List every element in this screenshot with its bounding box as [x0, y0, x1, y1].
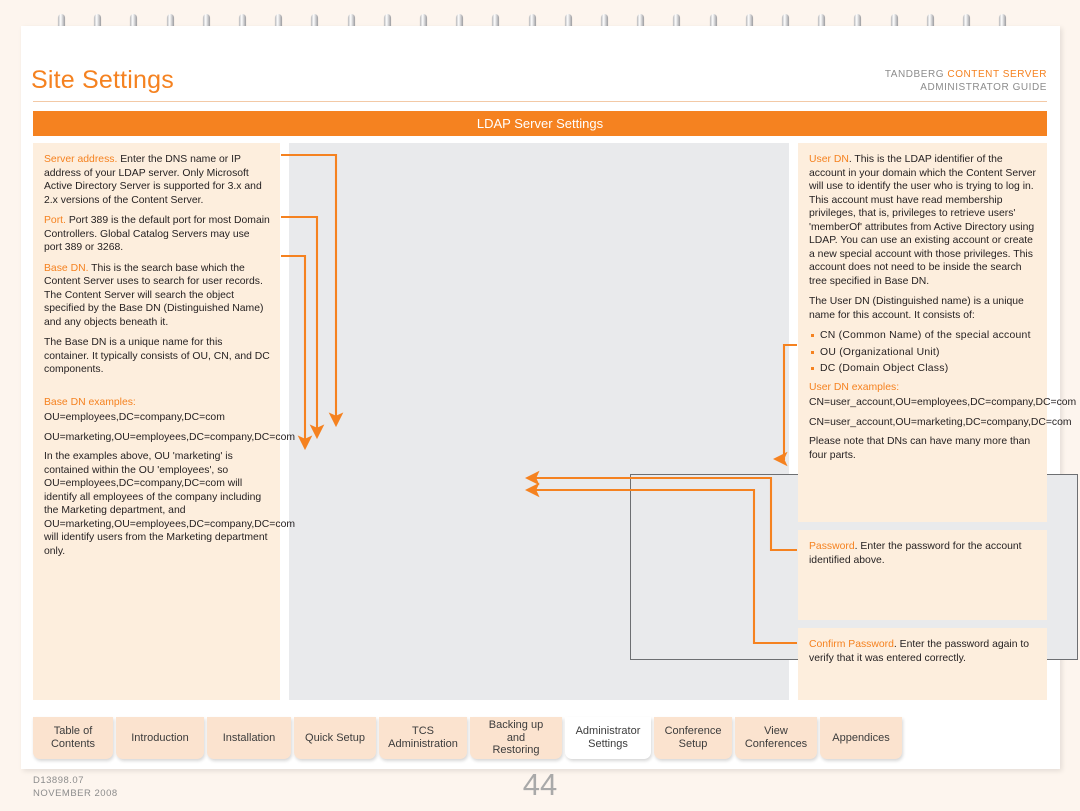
tab-appendices[interactable]: Appendices — [820, 717, 902, 759]
tab-label: Table of Contents — [50, 725, 96, 750]
base-dn-example-1: OU=employees,DC=company,DC=com — [44, 412, 225, 424]
tab-installation[interactable]: Installation — [207, 717, 291, 759]
callout-user-dn-para-2: The User DN (Distinguished name) is a un… — [809, 296, 1024, 321]
callout-confirm-password-para: Confirm Password. Enter the password aga… — [809, 638, 1037, 665]
list-item: OU (Organizational Unit) — [809, 346, 1037, 360]
tab-conference-setup[interactable]: Conference Setup — [654, 717, 732, 759]
list-item: DC (Domain Object Class) — [809, 362, 1037, 376]
page-title: Site Settings — [31, 66, 174, 94]
list-item: CN (Common Name) of the special account — [809, 329, 1037, 343]
tab-label: View Conferences — [744, 725, 808, 750]
product-guide-label: TANDBERG CONTENT SERVER ADMINISTRATOR GU… — [885, 69, 1047, 94]
tab-label: Introduction — [131, 731, 189, 744]
callout-term-password: Password — [809, 541, 855, 552]
tab-label: TCS Administration — [388, 725, 458, 750]
tab-label: Appendices — [832, 731, 890, 744]
callout-term-confirm-password: Confirm Password — [809, 639, 894, 650]
user-dn-component-list: CN (Common Name) of the special account … — [809, 329, 1037, 376]
section-banner-label: LDAP Server Settings — [476, 116, 604, 131]
brand-name: TANDBERG — [884, 69, 948, 80]
callout-left-column: Server address. Enter the DNS name or IP… — [33, 143, 296, 700]
base-dn-explanation: In the examples above, OU 'marketing' is… — [44, 451, 296, 557]
tab-label: Conference Setup — [664, 725, 722, 750]
base-dn-examples-heading: Base DN examples: — [44, 396, 136, 408]
tab-quick-setup[interactable]: Quick Setup — [294, 717, 376, 759]
tab-backing-up-and-restoring[interactable]: Backing up and Restoring — [470, 717, 562, 759]
guide-type: ADMINISTRATOR GUIDE — [920, 81, 1047, 93]
tab-label: Backing up and Restoring — [488, 718, 544, 757]
product-name-line: TANDBERG CONTENT SERVER — [885, 69, 1047, 82]
tab-label: Administrator Settings — [575, 725, 641, 750]
base-dn-example-2: OU=marketing,OU=employees,DC=company,DC=… — [44, 431, 296, 443]
callout-password: Password. Enter the password for the acc… — [798, 530, 1047, 620]
user-dn-note: Please note that DNs can have many more … — [809, 436, 1031, 461]
tab-label: Quick Setup — [305, 731, 365, 744]
callout-base-dn: Base DN. This is the search base which t… — [44, 262, 270, 330]
tab-introduction[interactable]: Introduction — [116, 717, 204, 759]
callout-term-user-dn: User DN — [809, 154, 849, 165]
callout-user-dn: User DN. This is the LDAP identifier of … — [798, 143, 1077, 522]
callout-server-address: Server address. Enter the DNS name or IP… — [44, 153, 270, 207]
callout-body-user-dn: . This is the LDAP identifier of the acc… — [809, 154, 1036, 287]
tab-table-of-contents[interactable]: Table of Contents — [33, 717, 113, 759]
tab-administrator-settings[interactable]: Administrator Settings — [565, 717, 651, 759]
callout-base-dn-extra: The Base DN is a unique name for this co… — [44, 337, 270, 376]
header-divider — [33, 101, 1047, 102]
callout-term-server-address: Server address. — [44, 154, 118, 165]
user-dn-example-1: CN=user_account,OU=employees,DC=company,… — [809, 397, 1077, 409]
callout-password-para: Password. Enter the password for the acc… — [809, 540, 1037, 567]
callout-port: Port. Port 389 is the default port for m… — [44, 214, 270, 255]
callout-user-dn-para-1: User DN. This is the LDAP identifier of … — [809, 153, 1037, 288]
callout-term-base-dn: Base DN. — [44, 262, 89, 274]
callout-term-port: Port. — [44, 215, 66, 227]
product-name: CONTENT SERVER — [947, 69, 1047, 80]
callout-body-port: Port 389 is the default port for most Do… — [44, 215, 270, 254]
section-tab-bar[interactable]: Table of Contents Introduction Installation… — [33, 717, 905, 759]
tab-view-conferences[interactable]: View Conferences — [735, 717, 817, 759]
tab-label: Installation — [222, 731, 276, 744]
tab-tcs-administration[interactable]: TCS Administration — [379, 717, 467, 759]
page-number: 44 — [522, 767, 558, 802]
screenshot-panel — [289, 143, 1078, 700]
section-banner: LDAP Server Settings — [33, 111, 1047, 136]
user-dn-example-2: CN=user_account,OU=marketing,DC=company,… — [809, 416, 1072, 428]
user-dn-examples-heading: User DN examples: — [809, 381, 900, 393]
manual-page: Site Settings TANDBERG CONTENT SERVER AD… — [0, 0, 1080, 811]
callout-confirm-password: Confirm Password. Enter the password aga… — [798, 628, 1047, 700]
